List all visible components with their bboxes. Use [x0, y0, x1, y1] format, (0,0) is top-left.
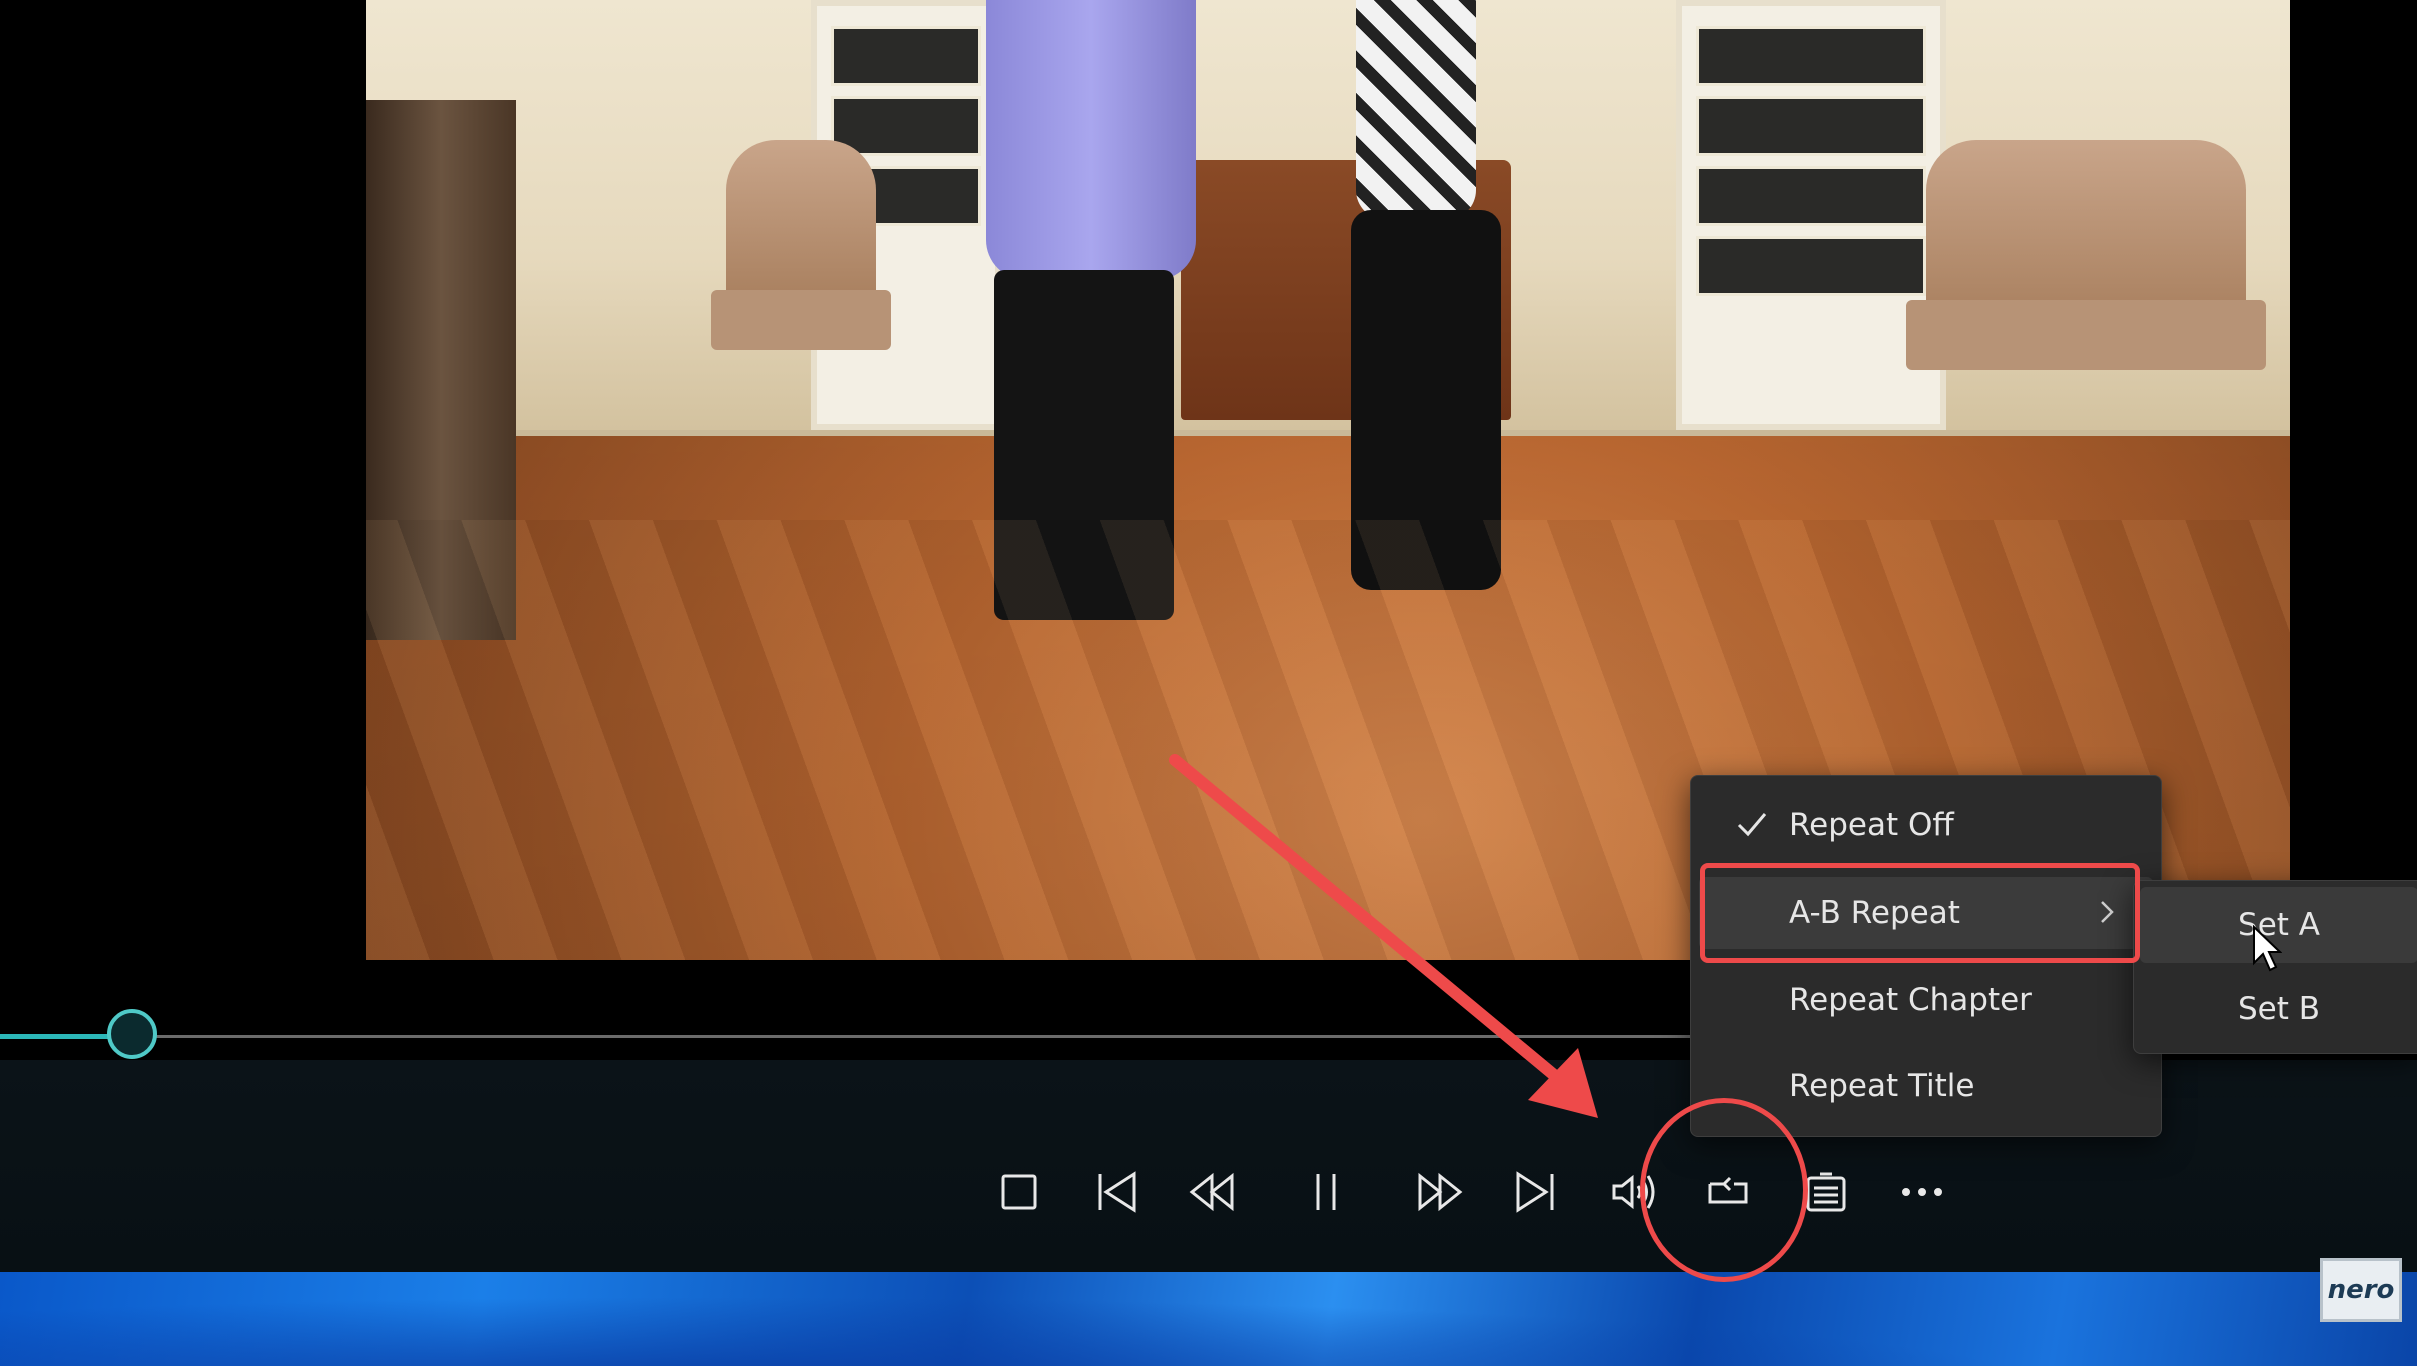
checkmark-icon	[1737, 813, 1767, 837]
seek-bar-track[interactable]	[0, 1035, 1690, 1038]
menu-item-label: Repeat Chapter	[1789, 982, 2032, 1018]
next-icon	[1516, 1171, 1554, 1213]
pause-button[interactable]	[1294, 1160, 1358, 1224]
menu-item-label: Repeat Title	[1789, 1068, 1975, 1104]
video-chair-left	[726, 140, 876, 300]
submenu-item-label: Set B	[2237, 991, 2321, 1027]
annotation-highlight-circle	[1640, 1098, 1808, 1282]
video-dancer-woman-top	[1356, 0, 1476, 220]
video-dancer-man-shirt	[986, 0, 1196, 280]
playlist-icon	[1806, 1172, 1846, 1212]
video-chair-left-seat	[711, 290, 891, 350]
video-sofa-right	[1926, 140, 2246, 320]
menu-item-repeat-chapter[interactable]: Repeat Chapter	[1699, 964, 2153, 1036]
next-button[interactable]	[1504, 1160, 1568, 1224]
more-options-button[interactable]	[1890, 1160, 1954, 1224]
mouse-cursor-icon	[2253, 925, 2282, 972]
seek-bar-thumb[interactable]	[107, 1009, 157, 1059]
more-icon	[1902, 1188, 1942, 1196]
rewind-button[interactable]	[1180, 1160, 1244, 1224]
menu-item-label: Repeat Off	[1789, 807, 1954, 843]
stop-button[interactable]	[987, 1160, 1051, 1224]
fast-forward-icon	[1418, 1172, 1463, 1212]
stop-icon	[1001, 1174, 1037, 1210]
menu-item-repeat-off[interactable]: Repeat Off	[1699, 789, 2153, 861]
video-sofa-right-seat	[1906, 300, 2266, 370]
fast-forward-button[interactable]	[1408, 1160, 1472, 1224]
video-floor-line	[366, 430, 2290, 436]
rewind-icon	[1189, 1172, 1234, 1212]
submenu-item-set-b[interactable]: Set B	[2140, 971, 2417, 1047]
previous-button[interactable]	[1084, 1160, 1148, 1224]
desktop-wallpaper-strip	[0, 1272, 2417, 1366]
previous-icon	[1098, 1171, 1136, 1213]
nero-logo: nero	[2320, 1258, 2402, 1322]
annotation-highlight-box	[1700, 863, 2140, 963]
pause-icon	[1316, 1174, 1336, 1210]
